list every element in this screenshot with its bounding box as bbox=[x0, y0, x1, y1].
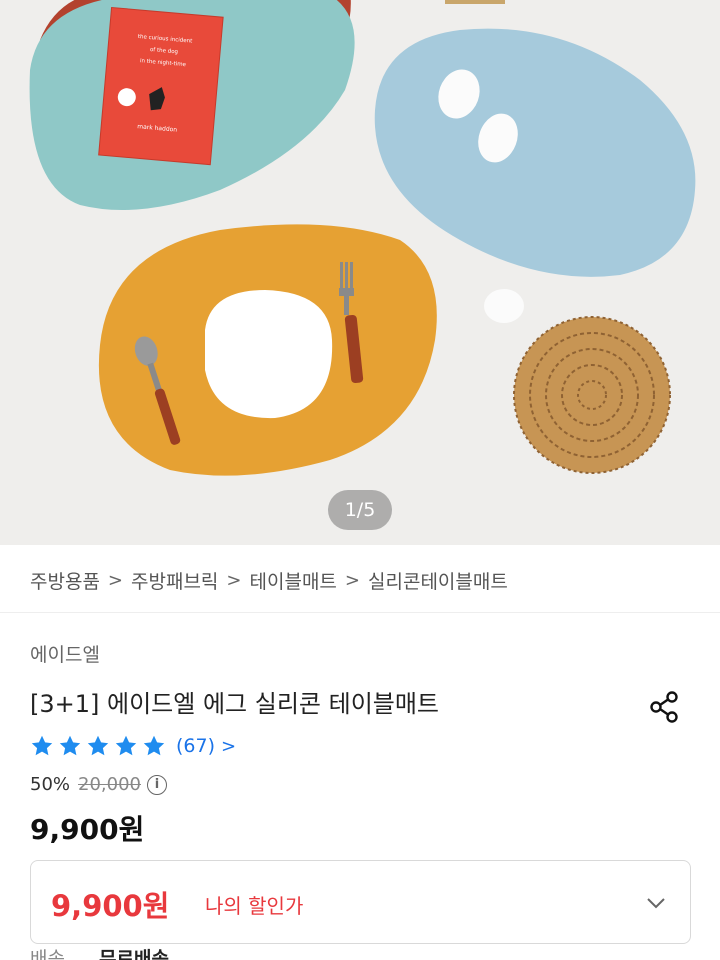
brand-name[interactable]: 에이드엘 bbox=[30, 640, 100, 667]
original-price: 20,000 bbox=[78, 774, 141, 795]
review-count-link[interactable]: (67) > bbox=[176, 735, 236, 757]
review-count: (67) bbox=[176, 735, 216, 757]
star-icon bbox=[143, 735, 165, 756]
star-icon bbox=[115, 735, 137, 756]
breadcrumb-item[interactable]: 주방패브릭 bbox=[131, 567, 218, 594]
chevron-down-icon bbox=[647, 898, 665, 909]
share-icon bbox=[650, 691, 678, 723]
rating-row: (67) > bbox=[30, 732, 236, 760]
chevron-right-icon: > bbox=[221, 735, 237, 757]
breadcrumb-item[interactable]: 실리콘테이블매트 bbox=[368, 567, 508, 594]
share-button[interactable] bbox=[646, 688, 684, 726]
image-page-indicator: 1/5 bbox=[328, 490, 392, 530]
my-discount-price-label: 나의 할인가 bbox=[205, 894, 304, 918]
breadcrumb-item[interactable]: 테이블매트 bbox=[250, 567, 337, 594]
price-row: 50% 20,000 i bbox=[30, 774, 167, 795]
breadcrumb-item[interactable]: 주방용품 bbox=[30, 567, 100, 594]
shipping-label: 배송 bbox=[30, 948, 65, 960]
star-icon bbox=[59, 735, 81, 756]
star-icon bbox=[31, 735, 53, 756]
product-title: [3+1] 에이드엘 에그 실리콘 테이블매트 bbox=[30, 690, 440, 718]
my-discount-price-dropdown[interactable]: 9,900원 나의 할인가 bbox=[30, 860, 691, 944]
chevron-right-icon: > bbox=[344, 569, 361, 591]
divider bbox=[0, 612, 720, 613]
product-image-gallery[interactable]: the curious incident of the dog in the n… bbox=[0, 0, 720, 545]
product-photo: the curious incident of the dog in the n… bbox=[0, 0, 720, 545]
shipping-value[interactable]: 무료배송 bbox=[99, 948, 169, 960]
info-icon[interactable]: i bbox=[147, 774, 167, 795]
discount-rate: 50% bbox=[30, 774, 71, 795]
star-rating bbox=[30, 734, 170, 758]
sale-price: 9,900원 bbox=[30, 813, 145, 846]
my-discount-price: 9,900원 bbox=[51, 889, 170, 923]
chevron-right-icon: > bbox=[107, 569, 124, 591]
star-icon bbox=[87, 735, 109, 756]
breadcrumb: 주방용품 > 주방패브릭 > 테이블매트 > 실리콘테이블매트 bbox=[30, 566, 508, 594]
chevron-right-icon: > bbox=[226, 569, 242, 591]
shipping-row: 배송 무료배송 bbox=[30, 944, 169, 960]
